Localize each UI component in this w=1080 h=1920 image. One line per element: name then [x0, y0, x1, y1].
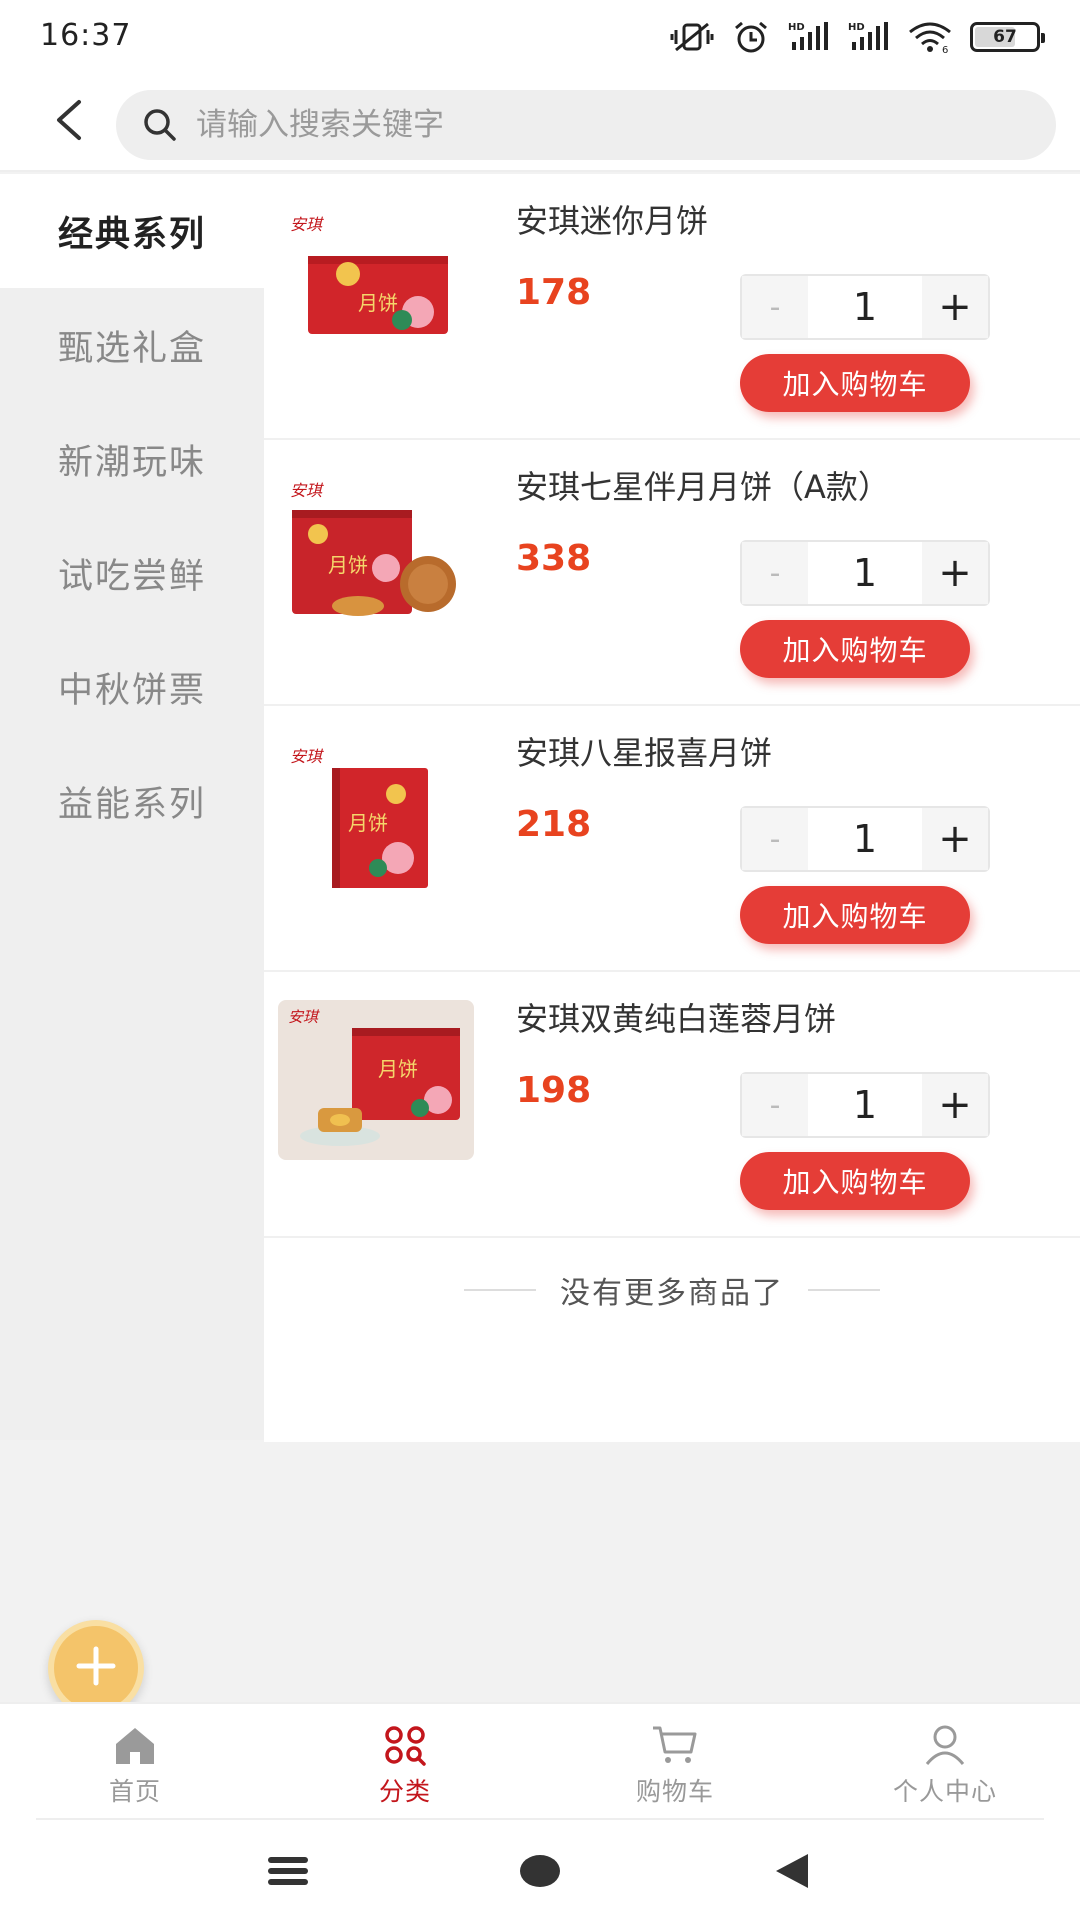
mute-vibrate-icon [670, 20, 714, 54]
brand-logo: 安琪 [290, 215, 324, 234]
product-name[interactable]: 安琪七星伴月月饼（A款） [516, 462, 890, 508]
alarm-icon [732, 20, 770, 54]
quantity-stepper: - 1 + [740, 1072, 990, 1138]
product-image[interactable]: 安琪 月饼 [278, 1000, 474, 1160]
decrease-button[interactable]: - [742, 542, 808, 604]
product-item[interactable]: 安琪 月饼 安琪双黄纯白莲蓉月饼 198 - 1 + 加入购物车 [264, 972, 1080, 1238]
back-button[interactable] [40, 94, 96, 150]
quantity-value[interactable]: 1 [808, 542, 922, 604]
tab-category[interactable]: 分类 [270, 1704, 540, 1818]
list-padding [264, 1342, 1080, 1442]
status-icons: HD HD 6 67 [670, 20, 1045, 54]
cart-icon [651, 1722, 699, 1768]
quantity-stepper: - 1 + [740, 540, 990, 606]
triangle-back-icon [772, 1852, 812, 1894]
product-box-text: 月饼 [328, 553, 368, 577]
search-icon [142, 105, 182, 145]
product-list: 安琪 月饼 安琪迷你月饼 178 - 1 + 加入购物车 安琪 月饼 安琪七星伴… [264, 174, 1080, 1442]
header [0, 76, 1080, 172]
brand-logo: 安琪 [290, 481, 324, 500]
product-item[interactable]: 安琪 月饼 安琪八星报喜月饼 218 - 1 + 加入购物车 [264, 706, 1080, 972]
hd-signal-icon-2: HD [848, 20, 890, 54]
product-item[interactable]: 安琪 月饼 安琪迷你月饼 178 - 1 + 加入购物车 [264, 174, 1080, 440]
increase-button[interactable]: + [922, 808, 988, 870]
signal-hd-label-2: HD [848, 22, 865, 33]
sidebar-item-trial[interactable]: 试吃尝鲜 [0, 516, 264, 630]
back-nav-button[interactable] [762, 1848, 822, 1898]
home-nav-button[interactable] [510, 1848, 570, 1898]
brand-logo: 安琪 [290, 747, 324, 766]
home-icon [111, 1722, 159, 1768]
search-bar[interactable] [116, 90, 1056, 160]
tab-category-label: 分类 [378, 1777, 431, 1806]
product-image[interactable]: 安琪 月饼 [278, 468, 474, 628]
product-price: 198 [516, 1070, 592, 1111]
add-to-cart-button[interactable]: 加入购物车 [740, 354, 970, 412]
signal-hd-label: HD [788, 22, 805, 33]
quantity-value[interactable]: 1 [808, 1074, 922, 1136]
bottom-tab-bar: 首页 分类 购物车 个人中心 [0, 1702, 1080, 1818]
list-end-text: 没有更多商品了 [560, 1276, 784, 1311]
product-box-text: 月饼 [348, 811, 388, 835]
increase-button[interactable]: + [922, 1074, 988, 1136]
divider [808, 1289, 880, 1291]
sidebar-item-gift-box[interactable]: 甄选礼盒 [0, 288, 264, 402]
battery-level: 67 [993, 27, 1017, 47]
product-image[interactable]: 安琪 月饼 [278, 734, 474, 894]
tab-cart-label: 购物车 [635, 1777, 714, 1806]
quantity-value[interactable]: 1 [808, 808, 922, 870]
increase-button[interactable]: + [922, 276, 988, 338]
product-item[interactable]: 安琪 月饼 安琪七星伴月月饼（A款） 338 - 1 + 加入购物车 [264, 440, 1080, 706]
increase-button[interactable]: + [922, 542, 988, 604]
product-image[interactable]: 安琪 月饼 [278, 202, 474, 362]
status-time: 16:37 [40, 18, 132, 53]
chevron-left-icon [51, 98, 85, 146]
system-nav-bar [0, 1818, 1080, 1920]
sidebar-item-yineng[interactable]: 益能系列 [0, 744, 264, 858]
search-input[interactable] [196, 107, 996, 143]
product-name[interactable]: 安琪迷你月饼 [516, 196, 708, 242]
product-price: 218 [516, 804, 592, 845]
product-price: 338 [516, 538, 592, 579]
tab-home[interactable]: 首页 [0, 1704, 270, 1818]
add-to-cart-button[interactable]: 加入购物车 [740, 1152, 970, 1210]
divider [464, 1289, 536, 1291]
decrease-button[interactable]: - [742, 1074, 808, 1136]
add-to-cart-button[interactable]: 加入购物车 [740, 620, 970, 678]
menu-button[interactable] [258, 1848, 318, 1898]
product-box-text: 月饼 [378, 1057, 418, 1081]
menu-icon [266, 1853, 310, 1893]
tab-cart[interactable]: 购物车 [540, 1704, 810, 1818]
battery-icon: 67 [970, 22, 1045, 52]
product-name[interactable]: 安琪双黄纯白莲蓉月饼 [516, 994, 836, 1040]
circle-icon [518, 1853, 562, 1893]
plus-icon [73, 1643, 119, 1693]
hd-signal-icon: HD [788, 20, 830, 54]
sidebar-item-coupon[interactable]: 中秋饼票 [0, 630, 264, 744]
category-sidebar: 经典系列 甄选礼盒 新潮玩味 试吃尝鲜 中秋饼票 益能系列 [0, 174, 264, 1440]
product-box-text: 月饼 [358, 291, 398, 315]
product-name[interactable]: 安琪八星报喜月饼 [516, 728, 772, 774]
tab-profile-label: 个人中心 [892, 1777, 997, 1806]
category-icon [381, 1722, 429, 1768]
add-to-cart-button[interactable]: 加入购物车 [740, 886, 970, 944]
wifi-icon: 6 [908, 20, 952, 54]
user-icon [921, 1722, 969, 1768]
divider [36, 1818, 1044, 1820]
decrease-button[interactable]: - [742, 276, 808, 338]
list-end-notice: 没有更多商品了 [264, 1238, 1080, 1342]
quantity-stepper: - 1 + [740, 806, 990, 872]
quantity-value[interactable]: 1 [808, 276, 922, 338]
sidebar-item-classic[interactable]: 经典系列 [0, 174, 264, 288]
tab-home-label: 首页 [108, 1777, 161, 1806]
decrease-button[interactable]: - [742, 808, 808, 870]
brand-logo: 安琪 [288, 1008, 320, 1026]
wifi-6-label: 6 [942, 45, 948, 54]
product-price: 178 [516, 272, 592, 313]
status-bar: 16:37 HD HD 6 67 [0, 0, 1080, 76]
quantity-stepper: - 1 + [740, 274, 990, 340]
sidebar-item-trendy[interactable]: 新潮玩味 [0, 402, 264, 516]
tab-profile[interactable]: 个人中心 [810, 1704, 1080, 1818]
